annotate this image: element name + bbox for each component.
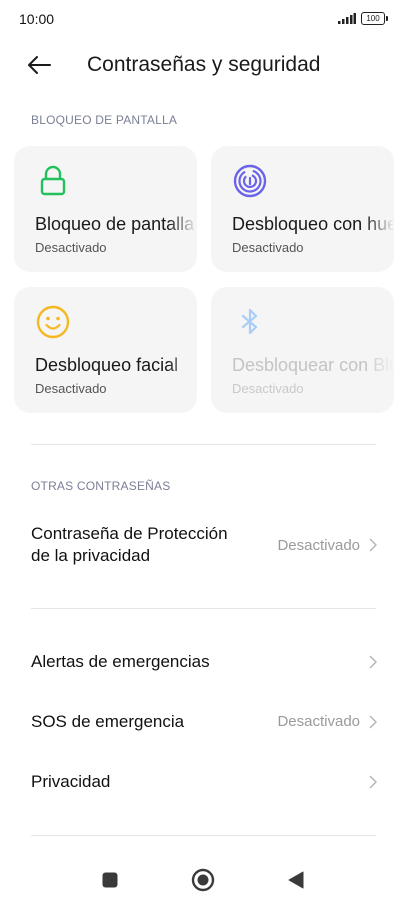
card-status: Desactivado <box>232 381 304 396</box>
signal-icon <box>338 13 356 24</box>
section-label-screen-lock: BLOQUEO DE PANTALLA <box>31 113 178 127</box>
card-title: Desbloqueo con huella <box>232 214 394 234</box>
divider <box>31 444 376 445</box>
row-emergency-sos[interactable]: SOS de emergencia Desactivado <box>0 700 407 744</box>
lock-icon <box>40 165 66 196</box>
battery-icon: 100 <box>361 12 388 25</box>
back-button[interactable] <box>24 50 58 80</box>
row-value: Desactivado <box>277 537 360 554</box>
home-icon <box>191 868 215 892</box>
card-title: Desbloquear con Bluetooth <box>232 355 394 375</box>
divider <box>31 835 376 836</box>
battery-level: 100 <box>366 14 380 23</box>
divider <box>31 608 376 609</box>
bluetooth-icon <box>241 308 258 335</box>
status-icons: 100 <box>338 12 388 25</box>
card-title: Desbloqueo facial <box>35 355 179 375</box>
section-label-other-passwords: OTRAS CONTRASEÑAS <box>31 479 171 493</box>
card-bluetooth-unlock[interactable]: Desbloquear con Bluetooth Desactivado <box>211 287 394 413</box>
card-screen-lock[interactable]: Bloqueo de pantalla Desactivado <box>14 146 197 272</box>
fingerprint-icon <box>233 164 267 198</box>
back-nav-button[interactable] <box>281 865 311 895</box>
status-time: 10:00 <box>19 11 55 27</box>
navigation-bar <box>0 855 407 906</box>
card-face-unlock[interactable]: Desbloqueo facial Desactivado <box>14 287 197 413</box>
page-title: Contraseñas y seguridad <box>87 53 321 76</box>
row-privacy-protection-password[interactable]: Contraseña de Protección de la privacida… <box>0 520 407 574</box>
chevron-right-icon <box>369 655 377 669</box>
row-label-line1: Contraseña de Protección <box>31 524 228 543</box>
chevron-right-icon <box>369 775 377 789</box>
row-label: Privacidad <box>31 772 111 791</box>
card-title: Bloqueo de pantalla <box>35 214 195 234</box>
back-icon <box>288 871 304 889</box>
card-status: Desactivado <box>35 381 107 396</box>
header: Contraseñas y seguridad <box>0 44 407 88</box>
row-label: SOS de emergencia <box>31 712 185 731</box>
row-label: Alertas de emergencias <box>31 652 210 671</box>
face-icon <box>36 305 70 339</box>
row-emergency-alerts[interactable]: Alertas de emergencias <box>0 640 407 684</box>
row-value: Desactivado <box>277 713 360 730</box>
row-privacy[interactable]: Privacidad <box>0 760 407 804</box>
row-label-line2: de la privacidad <box>31 546 151 565</box>
status-bar: 10:00 100 <box>0 0 407 40</box>
chevron-right-icon <box>369 715 377 729</box>
chevron-right-icon <box>369 538 377 552</box>
card-status: Desactivado <box>232 240 304 255</box>
recents-button[interactable] <box>95 865 125 895</box>
arrow-left-icon <box>28 56 51 74</box>
card-status: Desactivado <box>35 240 107 255</box>
card-fingerprint-unlock[interactable]: Desbloqueo con huella Desactivado <box>211 146 394 272</box>
home-button[interactable] <box>188 865 218 895</box>
recents-icon <box>102 872 118 888</box>
